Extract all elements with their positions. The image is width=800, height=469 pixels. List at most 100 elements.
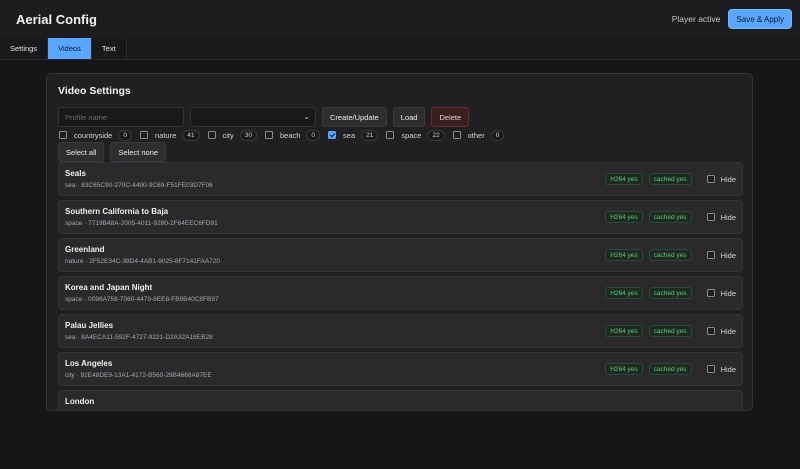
hide-checkbox[interactable]	[706, 327, 715, 335]
filter-count: 0	[306, 129, 321, 141]
codec-badge: H264 yes	[605, 363, 643, 375]
filter-checkbox[interactable]	[386, 131, 395, 139]
filter-label: space	[401, 130, 422, 140]
video-row: Los Angeles city · 92E48DE9-13A1-4172-B5…	[58, 352, 743, 386]
top-bar: Aerial Config Player active Save & Apply	[0, 0, 800, 38]
video-id: sea · 8A4ECA11-592F-4727-9221-D2A32A16EB…	[65, 334, 213, 341]
create-update-button[interactable]: Create/Update	[322, 107, 387, 127]
tab-text[interactable]: Text	[92, 38, 127, 59]
video-meta: H264 yes cached yes Hide	[605, 287, 736, 299]
hide-label: Hide	[720, 326, 736, 336]
select-all-button[interactable]: Select all	[58, 142, 105, 162]
hide-checkbox[interactable]	[706, 365, 715, 373]
cached-badge: cached yes	[648, 211, 692, 223]
video-settings-panel: Video Settings ⌄ Create/Update Load Dele…	[46, 73, 753, 411]
hide-checkbox[interactable]	[706, 175, 715, 183]
video-id: city · 92E48DE9-13A1-4172-B560-29B4668A8…	[65, 372, 212, 379]
hide-label: Hide	[720, 212, 736, 222]
hide-label: Hide	[720, 364, 736, 374]
filter-checkbox[interactable]	[139, 131, 148, 139]
load-button[interactable]: Load	[392, 107, 426, 127]
hide-checkbox[interactable]	[706, 289, 715, 297]
category-filters: countryside 0 nature 41 city 30 beach 0 …	[59, 129, 512, 141]
tab-videos[interactable]: Videos	[48, 38, 92, 59]
filter-label: nature	[154, 130, 177, 140]
video-row: Southern California to Baja space · 7719…	[58, 200, 743, 234]
filter-count: 41	[182, 129, 200, 141]
codec-badge: H264 yes	[605, 211, 643, 223]
filter-label: countryside	[74, 130, 113, 140]
cached-badge: cached yes	[648, 173, 692, 185]
hide-toggle[interactable]: Hide	[706, 212, 736, 222]
video-title: Palau Jellies	[65, 321, 114, 330]
tab-bar: Settings Videos Text	[0, 38, 800, 60]
filter-other[interactable]: other 0	[452, 129, 505, 141]
tab-settings[interactable]: Settings	[0, 38, 49, 59]
cached-badge: cached yes	[648, 287, 692, 299]
filter-label: city	[222, 130, 234, 140]
profile-select[interactable]: ⌄	[190, 107, 316, 127]
cached-badge: cached yes	[648, 325, 692, 337]
hide-toggle[interactable]: Hide	[706, 326, 736, 336]
profile-name-input[interactable]	[58, 107, 184, 127]
filter-count: 21	[361, 129, 379, 141]
video-row: Greenland nature · 2F52E34C-39D4-4AB1-90…	[58, 238, 743, 272]
select-none-button[interactable]: Select none	[110, 142, 167, 162]
codec-badge: H264 yes	[605, 249, 643, 261]
video-meta: H264 yes cached yes Hide	[605, 211, 736, 223]
filter-sea[interactable]: sea 21	[328, 129, 379, 141]
video-title: Seals	[65, 169, 86, 178]
video-id: nature · 2F52E34C-39D4-4AB1-9025-8F7141F…	[65, 258, 221, 265]
video-title: Los Angeles	[65, 359, 113, 368]
video-id: space · 7719B48A-2005-4011-9280-2F64EEC6…	[65, 220, 218, 227]
video-meta: H264 yes cached yes Hide	[605, 249, 736, 261]
hide-checkbox[interactable]	[706, 251, 715, 259]
filter-checkbox[interactable]	[452, 131, 461, 139]
top-right: Player active Save & Apply	[672, 9, 792, 29]
video-meta: H264 yes cached yes Hide	[605, 173, 736, 185]
filter-label: beach	[279, 130, 301, 140]
profile-controls: ⌄ Create/Update Load Delete	[58, 107, 470, 127]
cached-badge: cached yes	[648, 249, 692, 261]
filter-countryside[interactable]: countryside 0	[59, 129, 132, 141]
video-title: London	[65, 397, 95, 406]
hide-label: Hide	[720, 288, 736, 298]
video-list[interactable]: Seals sea · 83C65C90-270C-4490-9C69-F51F…	[58, 162, 743, 410]
cached-badge: cached yes	[648, 363, 692, 375]
filter-checkbox[interactable]	[207, 131, 216, 139]
filter-count: 0	[118, 129, 132, 141]
filter-checkbox[interactable]	[59, 131, 67, 139]
filter-nature[interactable]: nature 41	[139, 129, 200, 141]
video-row: Palau Jellies sea · 8A4ECA11-592F-4727-9…	[58, 314, 743, 348]
hide-checkbox[interactable]	[706, 213, 715, 221]
filter-space[interactable]: space 22	[386, 129, 445, 141]
bulk-select-controls: Select all Select none	[58, 142, 167, 162]
delete-button[interactable]: Delete	[431, 107, 470, 127]
filter-checkbox[interactable]	[328, 131, 337, 139]
filter-beach[interactable]: beach 0	[264, 129, 321, 141]
filter-count: 30	[239, 129, 257, 141]
filter-count: 0	[490, 129, 505, 141]
hide-label: Hide	[720, 250, 736, 260]
filter-city[interactable]: city 30	[207, 129, 257, 141]
video-id: space · 0098A758-7060-4479-8EE8-FB9B40C8…	[65, 296, 219, 303]
video-meta: H264 yes cached yes Hide	[605, 325, 736, 337]
hide-toggle[interactable]: Hide	[706, 174, 736, 184]
codec-badge: H264 yes	[605, 287, 643, 299]
video-title: Korea and Japan Night	[65, 283, 153, 292]
app-title: Aerial Config	[16, 11, 97, 27]
hide-toggle[interactable]: Hide	[706, 250, 736, 260]
panel-title: Video Settings	[58, 85, 131, 97]
filter-label: other	[467, 130, 485, 140]
video-row: London	[58, 390, 743, 410]
chevron-down-icon: ⌄	[303, 112, 310, 121]
video-row: Seals sea · 83C65C90-270C-4490-9C69-F51F…	[58, 162, 743, 196]
filter-count: 22	[427, 129, 445, 141]
hide-label: Hide	[720, 174, 736, 184]
video-id: sea · 83C65C90-270C-4490-9C69-F51FE03D7F…	[65, 182, 213, 189]
save-apply-button[interactable]: Save & Apply	[728, 9, 792, 29]
hide-toggle[interactable]: Hide	[706, 364, 736, 374]
filter-checkbox[interactable]	[264, 131, 273, 139]
hide-toggle[interactable]: Hide	[706, 288, 736, 298]
video-row: Korea and Japan Night space · 0098A758-7…	[58, 276, 743, 310]
